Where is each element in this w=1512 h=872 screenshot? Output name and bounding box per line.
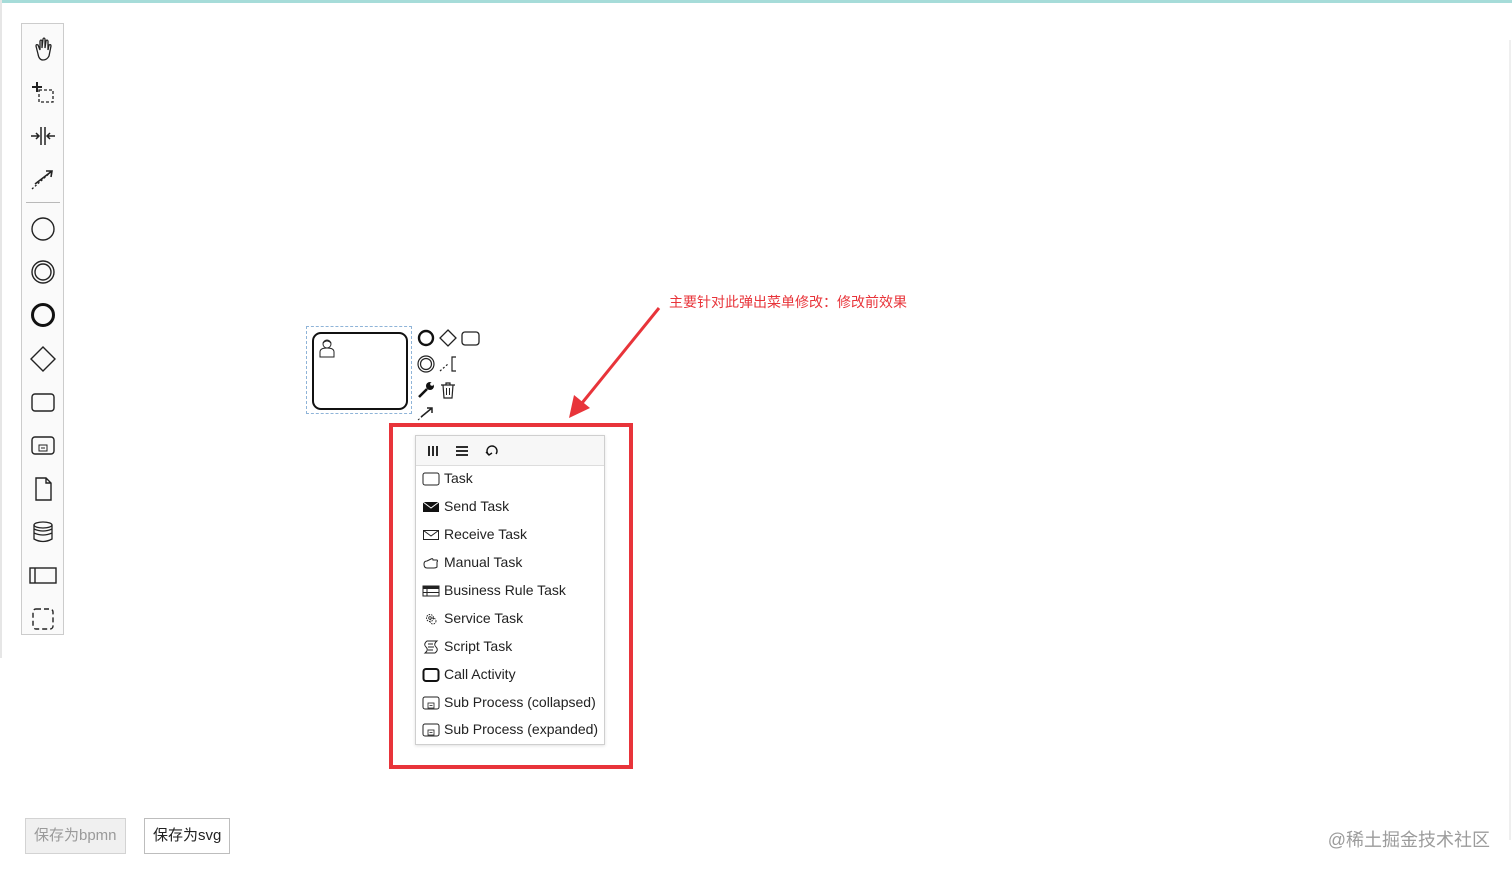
task-icon[interactable]	[460, 328, 480, 348]
left-border	[0, 0, 2, 658]
wrench-icon[interactable]	[416, 380, 436, 400]
annotation-highlight-box	[389, 423, 633, 769]
global-connect-tool-icon[interactable]	[28, 164, 58, 194]
gateway-icon[interactable]	[438, 328, 458, 348]
lasso-tool-icon[interactable]	[28, 77, 58, 107]
hand-tool-icon[interactable]	[28, 34, 58, 64]
data-store-icon[interactable]	[28, 517, 58, 547]
text-annotation-icon[interactable]	[438, 354, 458, 374]
end-event-icon[interactable]	[416, 328, 436, 348]
trash-icon[interactable]	[438, 380, 458, 400]
top-border	[0, 0, 1512, 3]
right-border	[1509, 40, 1511, 840]
palette-separator	[26, 202, 60, 203]
intermediate-event-icon[interactable]	[28, 257, 58, 287]
annotation-text: 主要针对此弹出菜单修改：修改前效果	[669, 294, 907, 310]
intermediate-event-icon[interactable]	[416, 354, 436, 374]
data-object-icon[interactable]	[28, 474, 58, 504]
annotation-arrow	[569, 307, 661, 418]
connect-icon[interactable]	[416, 403, 436, 423]
task-icon[interactable]	[28, 387, 58, 417]
start-event-icon[interactable]	[28, 214, 58, 244]
save-svg-button[interactable]: 保存为svg	[144, 818, 231, 854]
group-icon[interactable]	[28, 604, 58, 634]
end-event-icon[interactable]	[28, 300, 58, 330]
palette	[21, 23, 64, 635]
subprocess-icon[interactable]	[28, 430, 58, 460]
pool-icon[interactable]	[28, 560, 58, 590]
user-icon	[319, 339, 335, 358]
user-task[interactable]	[312, 332, 408, 410]
watermark: @稀土掘金技术社区	[1327, 830, 1490, 850]
space-tool-icon[interactable]	[28, 121, 58, 151]
gateway-icon[interactable]	[28, 344, 58, 374]
save-bpmn-button[interactable]: 保存为bpmn	[25, 818, 126, 854]
